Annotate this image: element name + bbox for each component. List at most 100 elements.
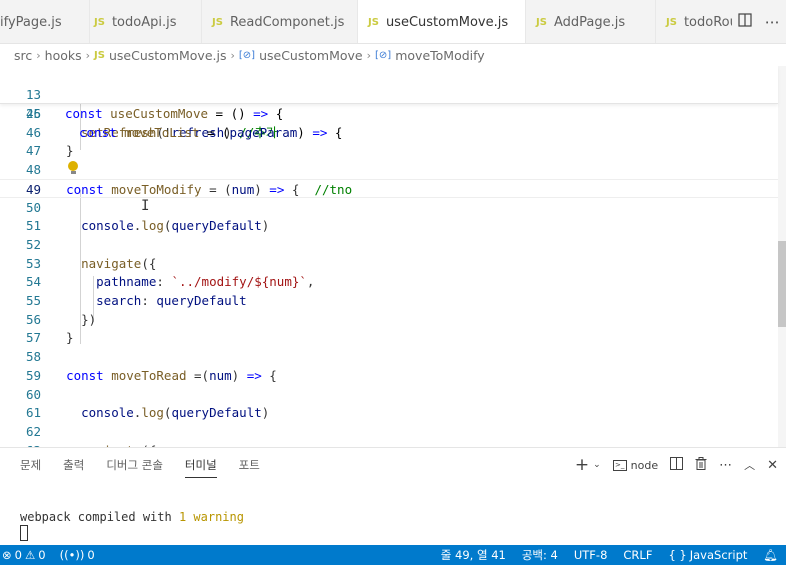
line-number: 55 <box>25 293 41 308</box>
new-terminal-icon[interactable]: + <box>575 455 589 475</box>
tab-use-custom-move[interactable]: JS useCustomMove.js <box>358 0 526 43</box>
tab-output[interactable]: 출력 <box>63 457 84 473</box>
code-line[interactable]: 56 }) <box>0 310 778 329</box>
text-cursor-icon: I <box>141 198 150 214</box>
maximize-panel-icon[interactable]: ︿ <box>744 457 755 473</box>
scrollbar-thumb[interactable] <box>778 241 786 327</box>
braces-icon: { } <box>668 548 687 562</box>
code-line[interactable]: 51 console.log(queryDefault) <box>0 216 778 235</box>
js-file-icon: JS <box>94 16 105 28</box>
tab-modify-page[interactable]: ifyPage.js <box>0 0 90 43</box>
bell-icon[interactable]: 🔔︎ <box>763 548 778 562</box>
line-number: 59 <box>25 367 41 383</box>
tab-debug-console[interactable]: 디버그 콘솔 <box>106 457 163 473</box>
code-line[interactable]: 48 <box>0 160 778 179</box>
close-icon[interactable]: ✕ <box>767 458 778 473</box>
panel-actions: + ⌄ >_ node ⋯ ︿ ✕ <box>575 448 778 482</box>
tab-problems[interactable]: 문제 <box>20 457 41 473</box>
tab-list: ifyPage.js JS todoApi.js JS ReadComponet… <box>0 0 732 43</box>
js-file-icon: JS <box>94 49 105 61</box>
chevron-right-icon: › <box>230 48 235 62</box>
breadcrumb-symbol-hook[interactable]: useCustomMove <box>259 48 363 63</box>
breadcrumb-file[interactable]: useCustomMove.js <box>109 48 227 63</box>
code-line[interactable]: 52 <box>0 235 778 254</box>
line-number: 48 <box>25 162 41 178</box>
error-count: 0 <box>14 548 22 562</box>
terminal-line-text: webpack compiled with <box>20 510 179 524</box>
line-number: 51 <box>25 218 41 234</box>
sticky-line[interactable]: 26 const moveToList = (pageParam) => { <box>0 85 778 140</box>
tab-label: ifyPage.js <box>0 14 62 30</box>
code-text: navigate({ <box>81 255 157 271</box>
language-mode[interactable]: { } JavaScript <box>668 548 747 562</box>
encoding-status[interactable]: UTF-8 <box>574 548 608 562</box>
panel-tabs: 문제 출력 디버그 콘솔 터미널 포트 <box>0 448 560 482</box>
code-editor[interactable]: 13 const useCustomMove = () => { 26 cons… <box>0 66 786 447</box>
tab-todo-router[interactable]: JS todoRout <box>656 0 732 43</box>
tab-add-page[interactable]: JS AddPage.js <box>526 0 656 43</box>
line-number: 26 <box>25 106 41 121</box>
code-text: search: queryDefault <box>96 293 247 308</box>
code-line[interactable]: 47 } <box>0 141 778 160</box>
split-editor-icon[interactable] <box>738 13 752 31</box>
code-line[interactable]: 49 const moveToModify = (num) => { //tno <box>0 178 778 198</box>
code-line[interactable]: 58 <box>0 347 778 366</box>
split-terminal-icon[interactable] <box>670 456 684 474</box>
line-number: 50 <box>25 199 41 215</box>
status-bar: ⊗ 0 ⚠ 0 ((•)) 0 줄 49, 열 41 공백: 4 UTF-8 C… <box>0 545 786 565</box>
code-text: }) <box>51 311 97 327</box>
tab-actions: ⋯ <box>732 0 786 43</box>
line-number: 58 <box>25 349 41 365</box>
trash-icon[interactable] <box>695 456 707 474</box>
sticky-line[interactable]: 13 const useCustomMove = () => { <box>0 66 778 121</box>
tab-terminal[interactable]: 터미널 <box>184 457 217 478</box>
tab-ports[interactable]: 포트 <box>239 457 260 473</box>
code-line[interactable]: 62 <box>0 422 778 441</box>
terminal-output[interactable]: webpack compiled with 1 warning <box>20 510 244 524</box>
tab-label: todoApi.js <box>111 14 177 30</box>
problems-status[interactable]: ⊗ 0 ⚠ 0 <box>2 548 46 562</box>
sticky-scroll[interactable]: 13 const useCustomMove = () => { 26 cons… <box>0 66 778 140</box>
ports-status[interactable]: ((•)) 0 <box>60 548 95 562</box>
code-line[interactable]: 61 console.log(queryDefault) <box>0 403 778 422</box>
warning-count: 0 <box>38 548 46 562</box>
indentation-status[interactable]: 공백: 4 <box>522 547 558 563</box>
tab-todo-api[interactable]: JS todoApi.js <box>84 0 202 43</box>
code-text: const moveToRead =(num) => { <box>66 367 277 383</box>
tab-read-componet[interactable]: JS ReadComponet.js <box>202 0 358 43</box>
code-text: console.log(queryDefault) <box>81 218 270 234</box>
code-line[interactable]: 55 search: queryDefault <box>0 291 778 310</box>
tab-label: todoRout <box>683 14 732 30</box>
chevron-right-icon: › <box>36 48 41 62</box>
more-actions-icon[interactable]: ⋯ <box>765 13 780 31</box>
code-text: console.log(queryDefault) <box>81 405 270 421</box>
more-actions-icon[interactable]: ⋯ <box>719 458 732 473</box>
cursor-position[interactable]: 줄 49, 열 41 <box>441 547 506 563</box>
js-file-icon: JS <box>666 16 677 28</box>
line-number: 53 <box>25 255 41 271</box>
code-line[interactable]: 53 navigate({ <box>0 254 778 273</box>
chevron-down-icon[interactable]: ⌄ <box>593 460 601 470</box>
breadcrumb-src[interactable]: src <box>14 48 32 63</box>
line-number: 52 <box>25 236 41 252</box>
tab-label: ReadComponet.js <box>229 14 345 30</box>
code-text: } <box>51 330 74 346</box>
breadcrumb-hooks[interactable]: hooks <box>45 48 82 63</box>
lightbulb-icon[interactable] <box>68 161 78 174</box>
editor-scrollbar[interactable] <box>778 66 786 447</box>
code-line[interactable]: 59 const moveToRead =(num) => { <box>0 366 778 385</box>
code-line[interactable]: 60 <box>0 385 778 404</box>
code-line[interactable]: 50 <box>0 198 778 217</box>
line-number: 56 <box>25 311 41 327</box>
code-line[interactable]: 57 } <box>0 328 778 347</box>
code-line[interactable]: 54 pathname: `../modify/${num}`, <box>0 272 778 291</box>
warning-icon: ⚠ <box>24 548 36 562</box>
terminal-name: node <box>630 458 659 472</box>
terminal-selector[interactable]: >_ node <box>612 458 659 472</box>
eol-status[interactable]: CRLF <box>623 548 652 562</box>
breadcrumb-symbol-function[interactable]: moveToModify <box>395 48 485 63</box>
terminal-icon: >_ <box>612 459 627 471</box>
code-text: const moveToModify = (num) => { //tno <box>66 181 353 197</box>
status-right: 줄 49, 열 41 공백: 4 UTF-8 CRLF { } JavaScri… <box>441 545 778 565</box>
error-icon: ⊗ <box>2 548 12 562</box>
